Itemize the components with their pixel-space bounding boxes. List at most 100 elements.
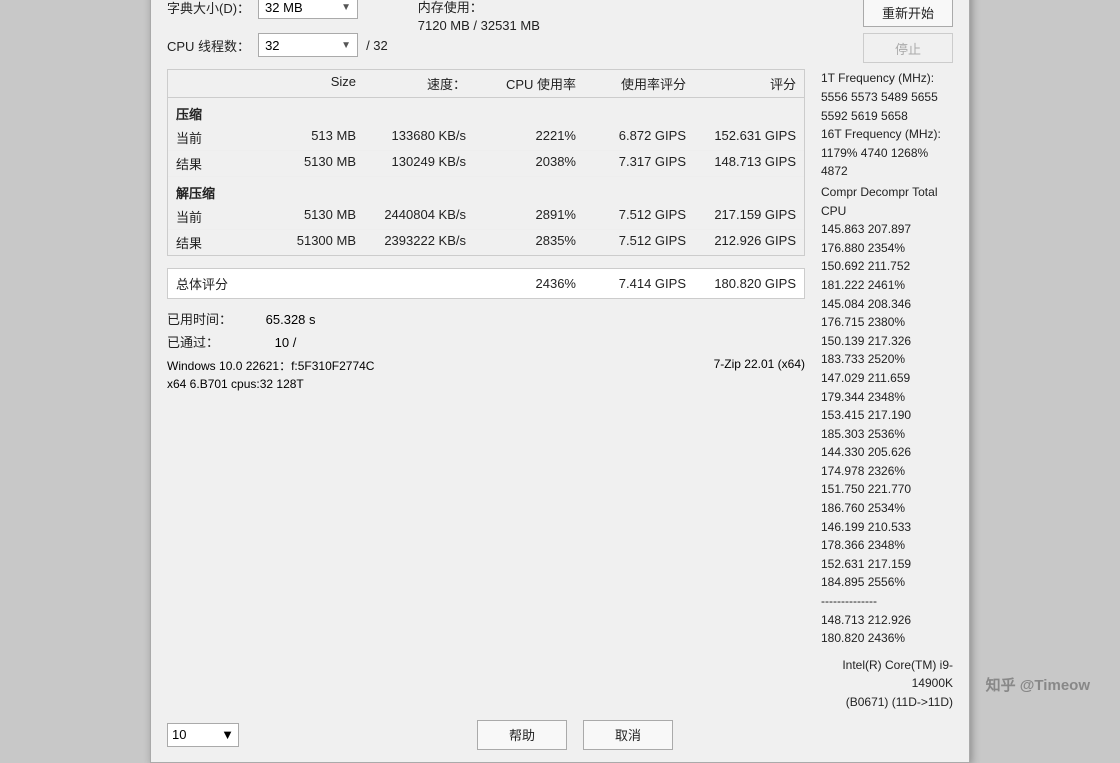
col-score: 评分 bbox=[686, 74, 796, 93]
decomp-result-row: 结果 51300 MB 2393222 KB/s 2835% 7.512 GIP… bbox=[168, 230, 804, 255]
cpu-threads-arrow: ▼ bbox=[341, 40, 351, 51]
right-data-row: 147.029 211.659 179.344 2348% bbox=[821, 369, 953, 406]
stop-button: 停止 bbox=[863, 33, 953, 63]
passed-section: 已通过： 10 / bbox=[167, 332, 296, 351]
comp-res-size: 5130 MB bbox=[256, 154, 356, 173]
cpu-threads-total: / 32 bbox=[366, 38, 388, 53]
decomp-res-score: 212.926 GIPS bbox=[686, 233, 796, 252]
passes-arrow: ▼ bbox=[221, 727, 234, 742]
cpu-name: Intel(R) Core(TM) i9-14900K(B0671) (11D-… bbox=[821, 656, 953, 712]
elapsed-label: 已用时间： bbox=[167, 312, 232, 327]
right-data-row: 151.750 221.770 186.760 2534% bbox=[821, 480, 953, 517]
right-data-row: 150.139 217.326 183.733 2520% bbox=[821, 332, 953, 369]
decomp-cur-usage: 7.512 GIPS bbox=[576, 207, 686, 226]
right-data-row: 145.084 208.346 176.715 2380% bbox=[821, 295, 953, 332]
footer-info: 已用时间： 65.328 s 已通过： 10 / bbox=[167, 309, 805, 351]
right-table-header: Compr Decompr Total CPU bbox=[821, 183, 953, 220]
comp-cur-name: 当前 bbox=[176, 128, 256, 147]
decomp-res-cpu: 2835% bbox=[466, 233, 576, 252]
top-controls-area: 字典大小(D)： 32 MB ▼ CPU 线程数： 32 ▼ / 32 内存使用… bbox=[151, 0, 969, 69]
comp-cur-speed: 133680 KB/s bbox=[356, 128, 466, 147]
right-data-row: 145.863 207.897 176.880 2354% bbox=[821, 220, 953, 257]
elapsed-section: 已用时间： 65.328 s bbox=[167, 309, 316, 328]
comp-res-usage: 7.317 GIPS bbox=[576, 154, 686, 173]
decomp-cur-size: 5130 MB bbox=[256, 207, 356, 226]
col-name bbox=[176, 74, 256, 93]
passes-select[interactable]: 10 ▼ bbox=[167, 723, 239, 747]
right-data-row: 150.692 211.752 181.222 2461% bbox=[821, 257, 953, 294]
passes-value: 10 bbox=[172, 727, 186, 742]
memory-label: 内存使用： bbox=[418, 0, 540, 16]
comp-cur-usage: 6.872 GIPS bbox=[576, 128, 686, 147]
comp-cur-cpu: 2221% bbox=[466, 128, 576, 147]
decomp-res-size: 51300 MB bbox=[256, 233, 356, 252]
bottom-buttons: 帮助 取消 bbox=[477, 720, 673, 750]
compression-result-row: 结果 5130 MB 130249 KB/s 2038% 7.317 GIPS … bbox=[168, 151, 804, 177]
summary-score: 180.820 GIPS bbox=[686, 276, 796, 291]
zip-info: 7-Zip 22.01 (x64) bbox=[714, 357, 805, 374]
table-header-row: Size 速度： CPU 使用率 使用率评分 评分 bbox=[168, 70, 804, 98]
dict-size-select[interactable]: 32 MB ▼ bbox=[258, 0, 358, 19]
passed-label: 已通过： bbox=[167, 335, 219, 350]
elapsed-value: 65.328 s bbox=[266, 312, 316, 327]
right-divider: -------------- bbox=[821, 592, 953, 611]
comp-res-cpu: 2038% bbox=[466, 154, 576, 173]
decomp-cur-cpu: 2891% bbox=[466, 207, 576, 226]
compression-current-row: 当前 513 MB 133680 KB/s 2221% 6.872 GIPS 1… bbox=[168, 125, 804, 151]
cancel-button[interactable]: 取消 bbox=[583, 720, 673, 750]
decomp-cur-score: 217.159 GIPS bbox=[686, 207, 796, 226]
decomp-cur-name: 当前 bbox=[176, 207, 256, 226]
comp-cur-score: 152.631 GIPS bbox=[686, 128, 796, 147]
right-data-row: 144.330 205.626 174.978 2326% bbox=[821, 443, 953, 480]
left-panel: Size 速度： CPU 使用率 使用率评分 评分 压缩 当前 513 MB 1… bbox=[167, 69, 805, 711]
bottom-bar: 10 ▼ 帮助 取消 bbox=[151, 712, 969, 762]
arch-info: x64 6.B701 cpus:32 128T bbox=[167, 377, 805, 391]
dict-size-label: 字典大小(D)： bbox=[167, 0, 250, 17]
cpu-info: Intel(R) Core(TM) i9-14900K(B0671) (11D-… bbox=[821, 656, 953, 712]
cpu-threads-select[interactable]: 32 ▼ bbox=[258, 33, 358, 57]
os-info: Windows 10.0 22621：f:5F310F2774C bbox=[167, 357, 374, 374]
right-summary: 148.713 212.926 180.820 2436% bbox=[821, 611, 953, 648]
right-rows: 145.863 207.897 176.880 2354%150.692 211… bbox=[821, 220, 953, 592]
col-size: Size bbox=[256, 74, 356, 93]
decomp-res-name: 结果 bbox=[176, 233, 256, 252]
decomp-res-speed: 2393222 KB/s bbox=[356, 233, 466, 252]
summary-section: 总体评分 2436% 7.414 GIPS 180.820 GIPS bbox=[167, 268, 805, 299]
compression-title: 压缩 bbox=[168, 98, 804, 125]
decomp-res-usage: 7.512 GIPS bbox=[576, 233, 686, 252]
right-data-row: 153.415 217.190 185.303 2536% bbox=[821, 406, 953, 443]
freq-1t-label: 1T Frequency (MHz): bbox=[821, 69, 953, 88]
freq-1t-values: 5556 5573 5489 5655 5592 5619 5658 bbox=[821, 88, 953, 125]
dict-size-control: 字典大小(D)： 32 MB ▼ bbox=[167, 0, 388, 19]
main-window: 基准测试 — □ ✕ 字典大小(D)： 32 MB ▼ CPU 线程数： 32 … bbox=[150, 0, 970, 763]
summary-row: 总体评分 2436% 7.414 GIPS 180.820 GIPS bbox=[168, 269, 804, 298]
cpu-threads-control: CPU 线程数： 32 ▼ / 32 bbox=[167, 33, 388, 57]
summary-label: 总体评分 bbox=[176, 274, 256, 293]
benchmark-table: Size 速度： CPU 使用率 使用率评分 评分 压缩 当前 513 MB 1… bbox=[167, 69, 805, 256]
passed-value: 10 / bbox=[275, 335, 297, 350]
comp-res-name: 结果 bbox=[176, 154, 256, 173]
freq-16t-label: 16T Frequency (MHz): bbox=[821, 125, 953, 144]
col-cpu: CPU 使用率 bbox=[466, 74, 576, 93]
comp-cur-size: 513 MB bbox=[256, 128, 356, 147]
cpu-threads-value: 32 bbox=[265, 38, 279, 53]
decomp-cur-speed: 2440804 KB/s bbox=[356, 207, 466, 226]
decompression-title: 解压缩 bbox=[168, 177, 804, 204]
memory-value: 7120 MB / 32531 MB bbox=[418, 18, 540, 33]
decomp-current-row: 当前 5130 MB 2440804 KB/s 2891% 7.512 GIPS… bbox=[168, 204, 804, 230]
help-button[interactable]: 帮助 bbox=[477, 720, 567, 750]
comp-res-score: 148.713 GIPS bbox=[686, 154, 796, 173]
summary-usage: 7.414 GIPS bbox=[576, 276, 686, 291]
right-panel: 1T Frequency (MHz): 5556 5573 5489 5655 … bbox=[805, 69, 953, 711]
col-usage-score: 使用率评分 bbox=[576, 74, 686, 93]
comp-res-speed: 130249 KB/s bbox=[356, 154, 466, 173]
right-data-row: 146.199 210.533 178.366 2348% bbox=[821, 518, 953, 555]
freq-16t-values: 1179% 4740 1268% 4872 bbox=[821, 144, 953, 181]
col-speed: 速度： bbox=[356, 74, 466, 93]
restart-button[interactable]: 重新开始 bbox=[863, 0, 953, 27]
cpu-threads-label: CPU 线程数： bbox=[167, 36, 250, 55]
dict-size-arrow: ▼ bbox=[341, 2, 351, 13]
watermark: 知乎 @Timeow bbox=[986, 674, 1090, 695]
dict-size-value: 32 MB bbox=[265, 0, 303, 15]
summary-cpu: 2436% bbox=[466, 276, 576, 291]
